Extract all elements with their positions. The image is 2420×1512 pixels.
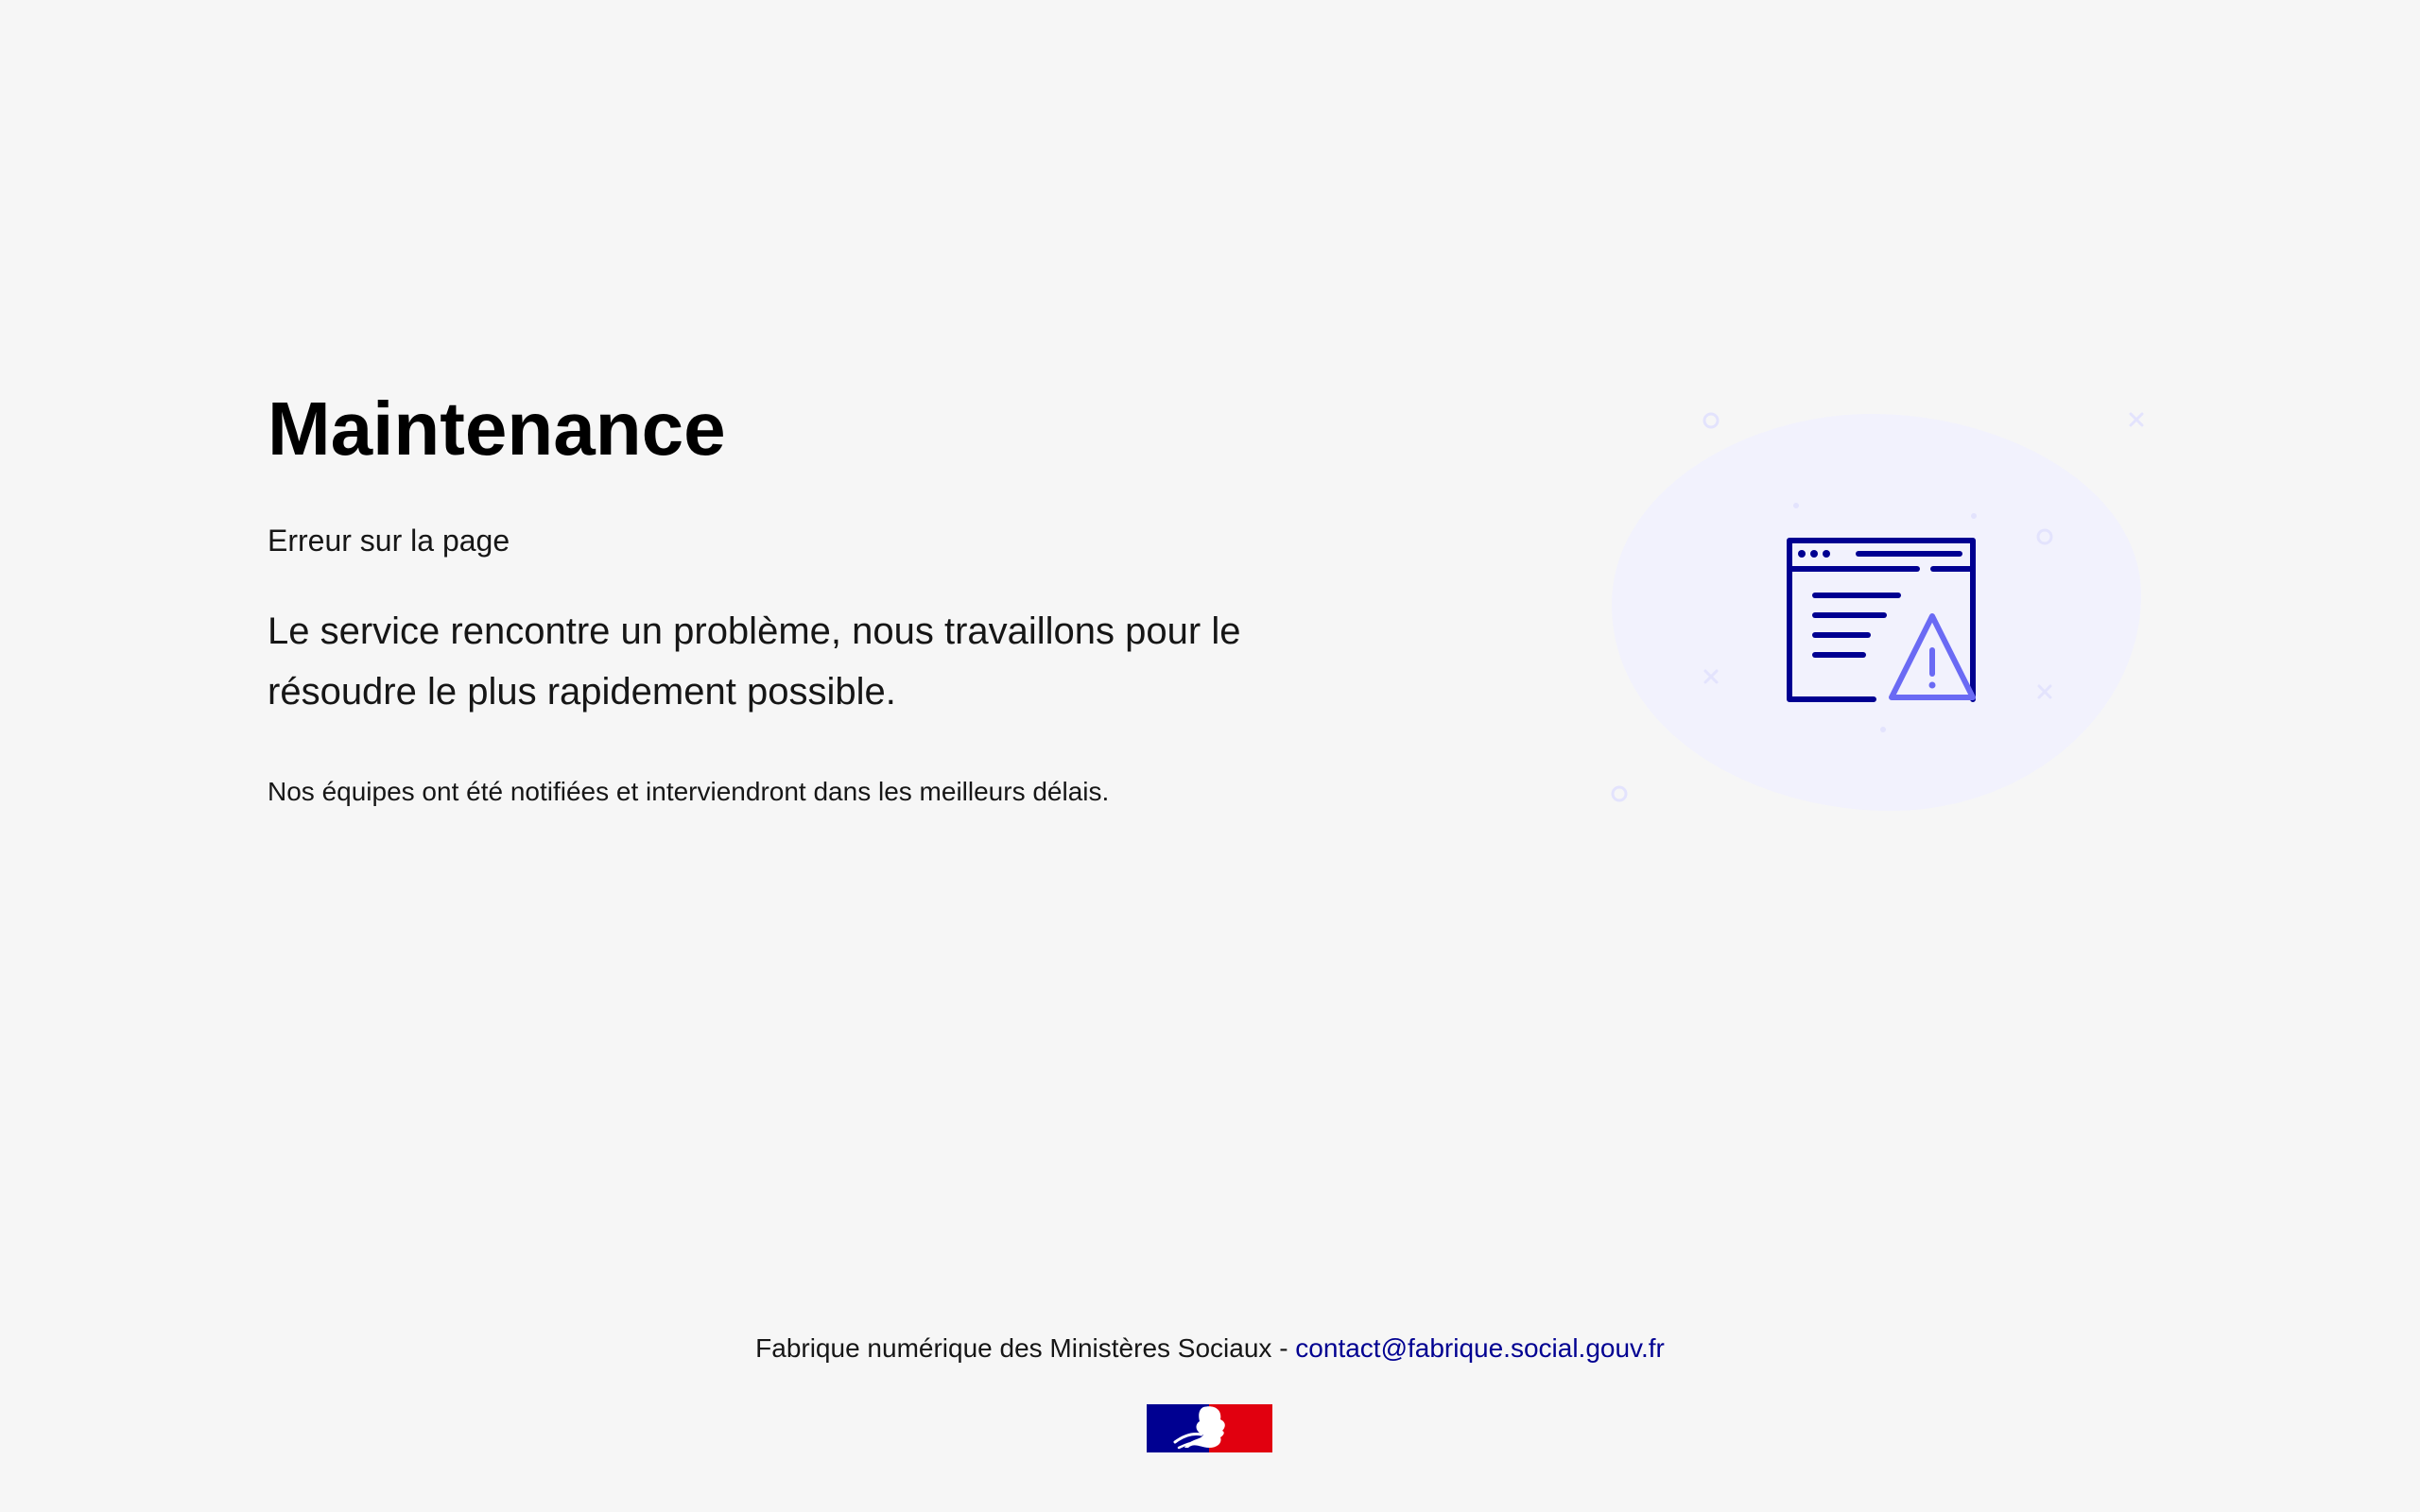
error-lead-text: Le service rencontre un problème, nous t… bbox=[268, 610, 1241, 713]
main-content: Maintenance Erreur sur la page Le servic… bbox=[268, 378, 1326, 813]
marianne-logo-icon bbox=[1147, 1404, 1272, 1452]
error-subtitle: Erreur sur la page bbox=[268, 524, 510, 558]
page-title: Maintenance bbox=[268, 387, 726, 471]
technical-error-illustration bbox=[1588, 397, 2155, 850]
footer: Fabrique numérique des Ministères Sociau… bbox=[0, 1328, 2420, 1369]
footer-text: Fabrique numérique des Ministères Sociau… bbox=[755, 1333, 1296, 1363]
maintenance-page: Maintenance Erreur sur la page Le servic… bbox=[0, 0, 2420, 1512]
contact-email-link[interactable]: contact@fabrique.social.gouv.fr bbox=[1295, 1333, 1665, 1363]
technical-error-icon bbox=[1611, 412, 2144, 811]
error-note-text: Nos équipes ont été notifiées et intervi… bbox=[268, 777, 1110, 806]
